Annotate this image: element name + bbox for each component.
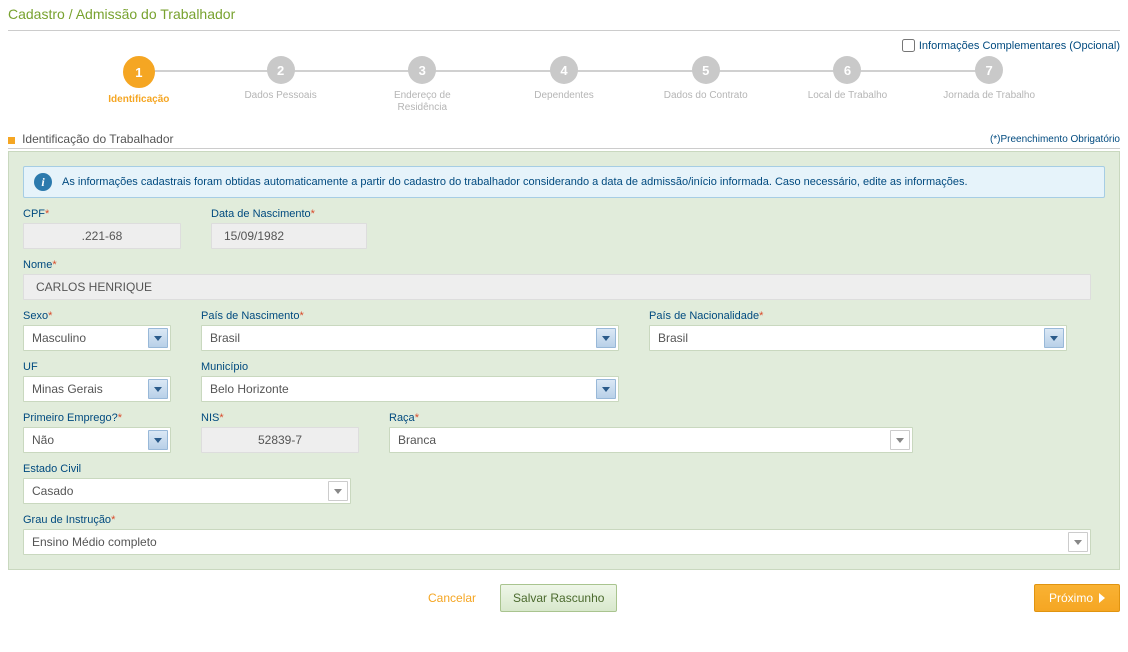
estado-civil-label: Estado Civil (23, 463, 351, 475)
optional-info-checkbox[interactable]: Informações Complementares (Opcional) (902, 39, 1120, 52)
chevron-down-icon (1044, 328, 1064, 348)
chevron-down-icon (328, 481, 348, 501)
cpf-label: CPF* (23, 208, 181, 220)
step-contrato[interactable]: 5 Dados do Contrato (635, 56, 777, 102)
stepper: 1 Identificação 2 Dados Pessoais 3 Ender… (8, 54, 1120, 132)
page-title: Cadastro / Admissão do Trabalhador (8, 0, 1120, 31)
section-title: Identificação do Trabalhador (22, 132, 173, 146)
nis-input: 52839-7 (201, 427, 359, 453)
chevron-down-icon (148, 430, 168, 450)
step-circle: 5 (692, 56, 720, 84)
step-label: Endereço de Residência (372, 90, 472, 114)
step-dependentes[interactable]: 4 Dependentes (493, 56, 635, 102)
uf-select[interactable]: Minas Gerais (23, 376, 171, 402)
step-line (422, 70, 564, 72)
step-endereco[interactable]: 3 Endereço de Residência (351, 56, 493, 114)
next-button[interactable]: Próximo (1034, 584, 1120, 612)
pais-nasc-label: País de Nascimento* (201, 310, 619, 322)
section-header: Identificação do Trabalhador (*)Preenchi… (8, 132, 1120, 149)
data-nasc-label: Data de Nascimento* (211, 208, 367, 220)
pais-nac-label: País de Nacionalidade* (649, 310, 1067, 322)
chevron-down-icon (148, 379, 168, 399)
step-circle: 2 (267, 56, 295, 84)
optional-info-label: Informações Complementares (Opcional) (919, 40, 1120, 52)
step-circle: 3 (408, 56, 436, 84)
chevron-down-icon (596, 328, 616, 348)
step-line (281, 70, 423, 72)
step-label: Jornada de Trabalho (943, 90, 1035, 102)
sexo-label: Sexo* (23, 310, 171, 322)
step-line (139, 70, 281, 72)
step-circle: 1 (123, 56, 155, 88)
nis-label: NIS* (201, 412, 359, 424)
primeiro-emprego-select[interactable]: Não (23, 427, 171, 453)
step-circle: 6 (833, 56, 861, 84)
pais-nasc-select[interactable]: Brasil (201, 325, 619, 351)
required-note: (*)Preenchimento Obrigatório (990, 134, 1120, 145)
chevron-down-icon (596, 379, 616, 399)
form-panel: i As informações cadastrais foram obtida… (8, 151, 1120, 570)
pais-nac-select[interactable]: Brasil (649, 325, 1067, 351)
step-label: Dados Pessoais (244, 90, 316, 102)
step-circle: 4 (550, 56, 578, 84)
optional-info-input[interactable] (902, 39, 915, 52)
chevron-down-icon (148, 328, 168, 348)
estado-civil-select[interactable]: Casado (23, 478, 351, 504)
primeiro-emprego-label: Primeiro Emprego?* (23, 412, 171, 424)
grau-instrucao-select[interactable]: Ensino Médio completo (23, 529, 1091, 555)
chevron-down-icon (1068, 532, 1088, 552)
step-line (564, 70, 706, 72)
nome-label: Nome* (23, 259, 1105, 271)
cpf-input: .221-68 (23, 223, 181, 249)
save-draft-button[interactable]: Salvar Rascunho (500, 584, 617, 612)
info-message: As informações cadastrais foram obtidas … (62, 176, 968, 188)
step-line (847, 70, 989, 72)
municipio-label: Município (201, 361, 619, 373)
nome-input: CARLOS HENRIQUE (23, 274, 1091, 300)
sexo-select[interactable]: Masculino (23, 325, 171, 351)
raca-label: Raça* (389, 412, 913, 424)
step-dados-pessoais[interactable]: 2 Dados Pessoais (210, 56, 352, 102)
uf-label: UF (23, 361, 171, 373)
grau-instrucao-label: Grau de Instrução* (23, 514, 1105, 526)
chevron-down-icon (890, 430, 910, 450)
step-label: Dependentes (534, 90, 594, 102)
info-icon: i (34, 173, 52, 191)
step-label: Identificação (108, 94, 169, 106)
footer: Cancelar Salvar Rascunho Próximo (8, 570, 1120, 622)
raca-select[interactable]: Branca (389, 427, 913, 453)
step-label: Dados do Contrato (664, 90, 748, 102)
section-bullet-icon (8, 137, 15, 144)
step-identificacao[interactable]: 1 Identificação (68, 56, 210, 106)
step-line (706, 70, 848, 72)
info-box: i As informações cadastrais foram obtida… (23, 166, 1105, 198)
step-circle: 7 (975, 56, 1003, 84)
cancel-button[interactable]: Cancelar (428, 591, 476, 605)
data-nasc-input: 15/09/1982 (211, 223, 367, 249)
step-label: Local de Trabalho (808, 90, 888, 102)
step-jornada[interactable]: 7 Jornada de Trabalho (918, 56, 1060, 102)
chevron-right-icon (1099, 593, 1105, 603)
next-label: Próximo (1049, 591, 1093, 605)
step-local[interactable]: 6 Local de Trabalho (777, 56, 919, 102)
municipio-select[interactable]: Belo Horizonte (201, 376, 619, 402)
